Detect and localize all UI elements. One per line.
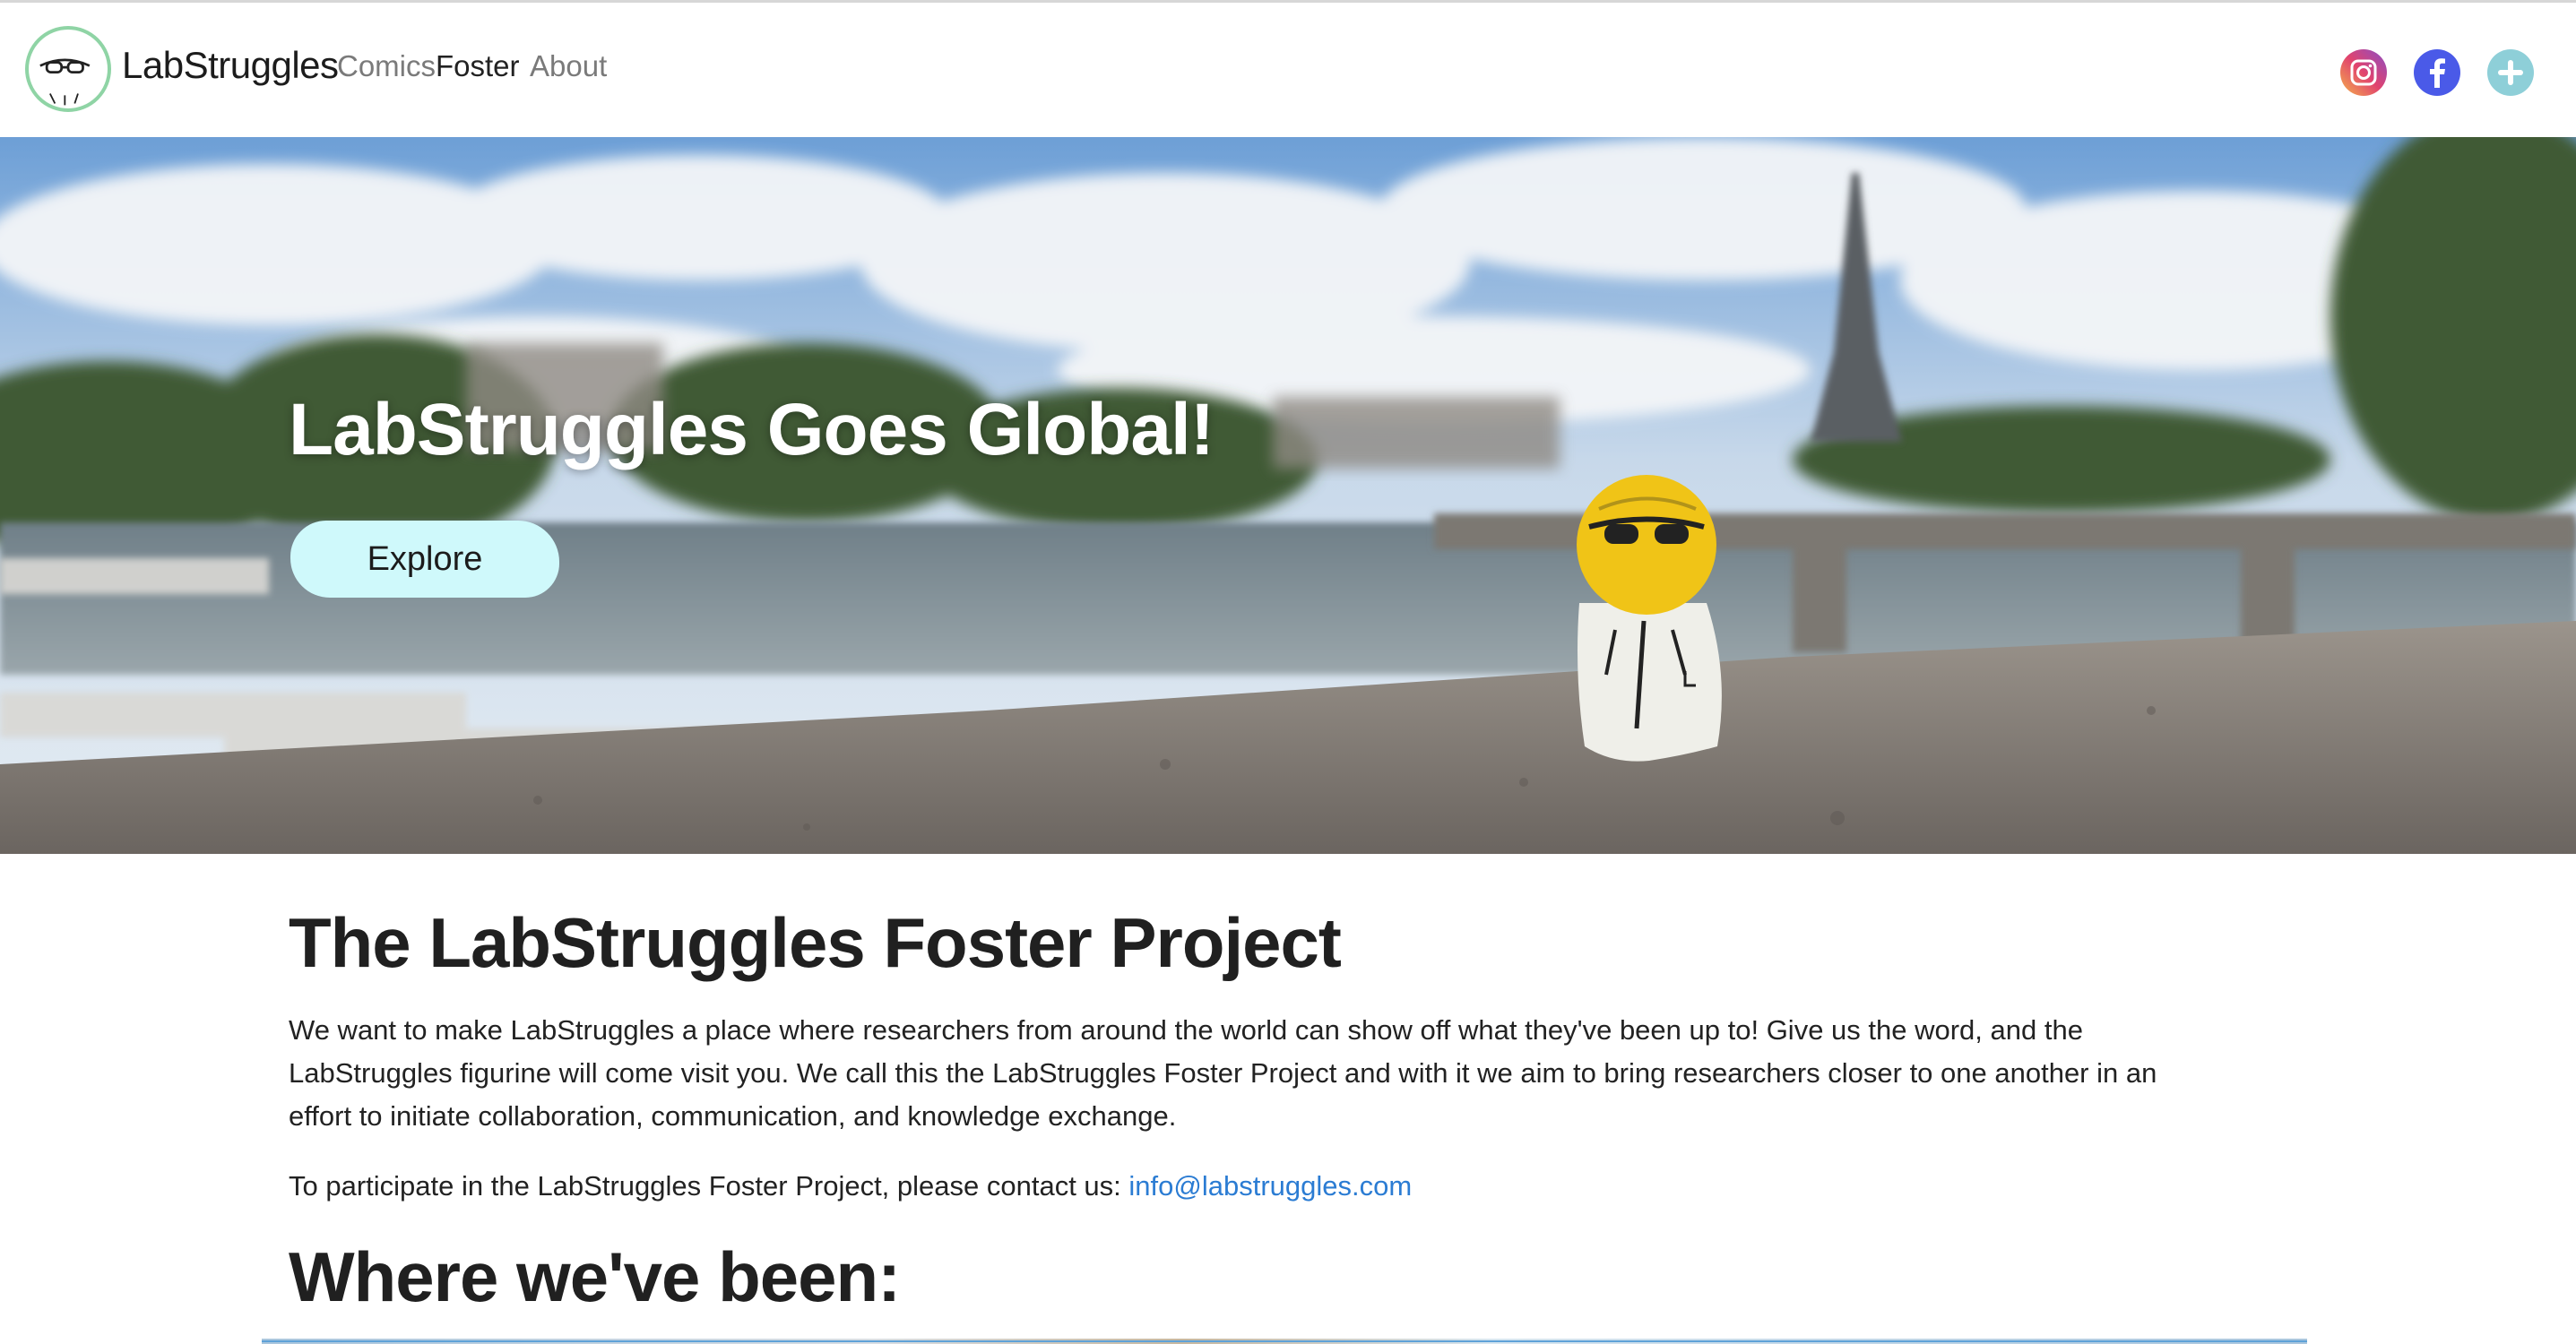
hero-background-image: [0, 137, 2576, 854]
gallery-top-border: [262, 1340, 2307, 1342]
nav-comics[interactable]: Comics: [337, 49, 436, 83]
explore-button[interactable]: Explore: [290, 521, 559, 598]
main-content: The LabStruggles Foster Project We want …: [289, 903, 2260, 1208]
nav-foster[interactable]: Foster: [436, 49, 520, 83]
plus-icon[interactable]: [2487, 49, 2534, 96]
contact-paragraph: To participate in the LabStruggles Foste…: [289, 1165, 2260, 1208]
figurine-icon: [1577, 475, 1722, 762]
facebook-icon[interactable]: [2414, 49, 2460, 96]
intro-paragraph: We want to make LabStruggles a place whe…: [289, 1013, 2157, 1132]
contact-text: To participate in the LabStruggles Foste…: [289, 1169, 1129, 1202]
figurine-logo-icon: [31, 32, 98, 106]
logo[interactable]: [25, 26, 111, 112]
contact-email-link[interactable]: info@labstruggles.com: [1128, 1170, 1412, 1202]
page-title: The LabStruggles Foster Project: [289, 903, 1342, 982]
nav-about[interactable]: About: [530, 49, 607, 83]
instagram-icon[interactable]: [2340, 49, 2387, 96]
hero-title: LabStruggles Goes Global!: [289, 389, 1215, 470]
hero-banner: LabStruggles Goes Global! Explore: [0, 137, 2576, 854]
navbar: LabStruggles Comics Foster About: [0, 3, 2576, 137]
where-weve-been-heading: Where we've been:: [289, 1237, 901, 1316]
brand-name[interactable]: LabStruggles: [122, 44, 339, 87]
